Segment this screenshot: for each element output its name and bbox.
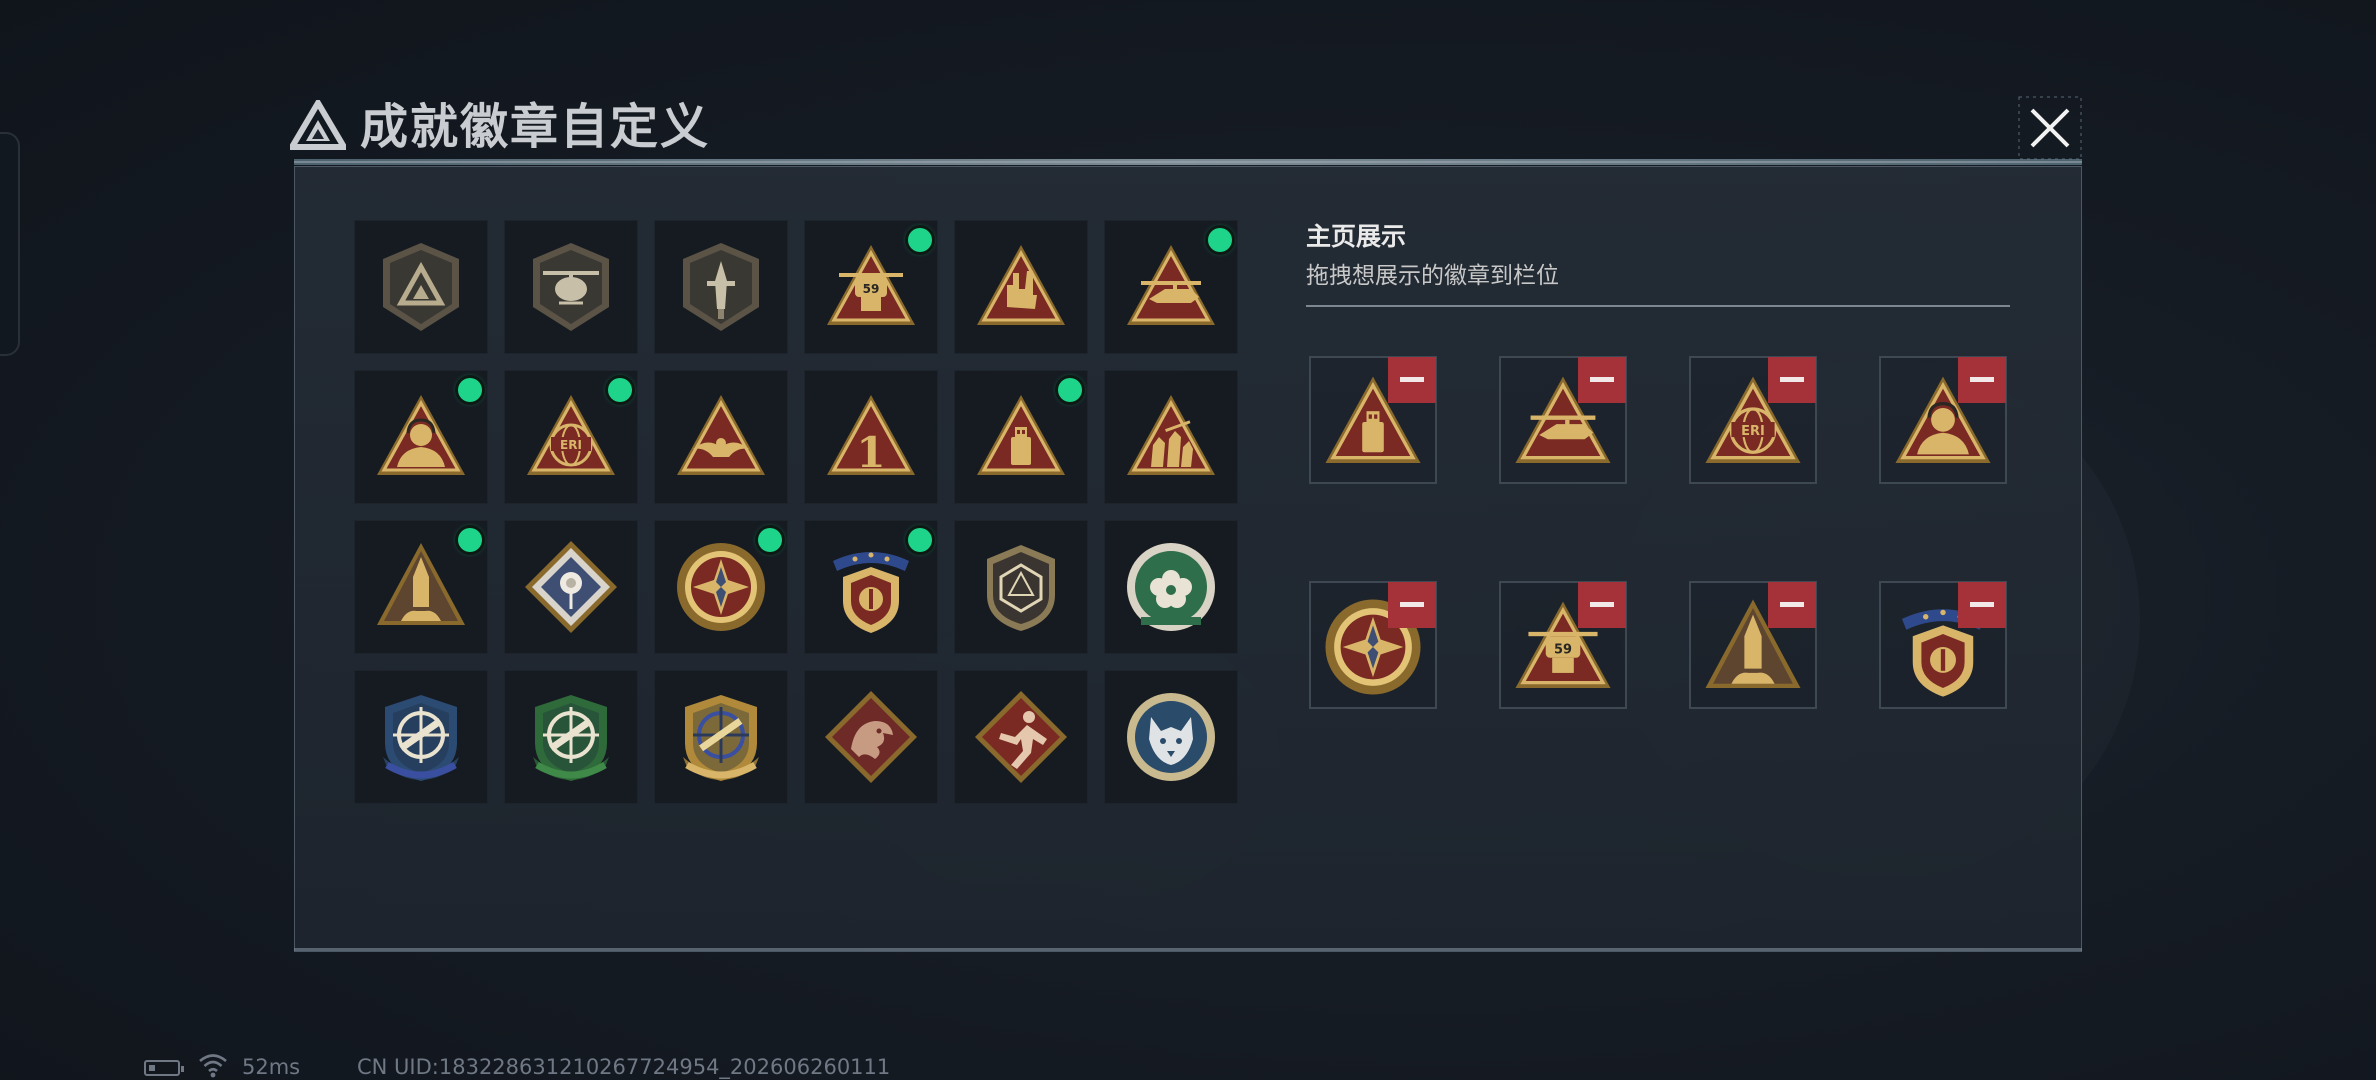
rose-diamond-badge-icon — [525, 541, 617, 633]
wifi-icon — [199, 1054, 227, 1078]
panel-bottom-edge — [294, 948, 2082, 951]
display-slot[interactable] — [1309, 581, 1437, 709]
svg-text:1: 1 — [856, 428, 885, 477]
side-drawer-handle[interactable] — [0, 132, 20, 356]
badge-cell[interactable] — [954, 220, 1088, 354]
gunship-triangle-badge-icon — [1127, 245, 1215, 325]
rocket-triangle-badge-icon — [377, 543, 465, 625]
minus-icon[interactable] — [1388, 357, 1436, 403]
minus-icon[interactable] — [1388, 582, 1436, 628]
badge-cell[interactable] — [804, 670, 938, 804]
drone-59-triangle-badge-icon: 59 — [827, 245, 915, 325]
player-uid: CN UID:18322863121026772495​4_2026062601… — [357, 1055, 891, 1079]
ping-readout: 52ms — [242, 1055, 301, 1079]
minus-icon[interactable] — [1958, 582, 2006, 628]
equipped-indicator — [458, 378, 482, 402]
badge-cell[interactable] — [1104, 670, 1238, 804]
badge-cell[interactable] — [654, 520, 788, 654]
homepage-display-title: 主页展示 — [1306, 222, 1407, 251]
wolf-round-badge-icon — [1127, 693, 1215, 781]
number-one-triangle-badge-icon: 1 — [827, 395, 915, 477]
display-slot[interactable] — [1689, 581, 1817, 709]
svg-text:59: 59 — [1554, 642, 1572, 657]
badge-cell[interactable]: ERI — [504, 370, 638, 504]
badge-cell[interactable] — [1104, 220, 1238, 354]
dialog-title: 成就徽章自定义 — [360, 99, 711, 155]
crosshair-rifle-blue-badge-icon — [383, 695, 459, 781]
svg-text:ERI: ERI — [560, 438, 582, 452]
ribbon-stars-shield-badge-icon — [833, 552, 909, 633]
hand-gesture-triangle-badge-icon — [977, 245, 1065, 325]
d20-dice-shield-badge-icon — [987, 545, 1055, 631]
eri-globe-triangle-badge-icon: ERI — [527, 395, 615, 475]
badge-cell[interactable] — [504, 520, 638, 654]
badge-cell[interactable] — [354, 370, 488, 504]
badge-cell[interactable] — [654, 220, 788, 354]
equipped-indicator — [1208, 228, 1232, 252]
display-slot[interactable] — [1309, 356, 1437, 484]
minus-icon[interactable] — [1958, 357, 2006, 403]
minus-icon[interactable] — [1578, 582, 1626, 628]
equipped-indicator — [608, 378, 632, 402]
minus-icon[interactable] — [1768, 582, 1816, 628]
minus-icon[interactable] — [1768, 357, 1816, 403]
badge-cell[interactable] — [1104, 370, 1238, 504]
badge-cell[interactable] — [1104, 520, 1238, 654]
equipped-indicator — [1058, 378, 1082, 402]
badge-cell[interactable] — [354, 220, 488, 354]
display-slot[interactable] — [1879, 581, 2007, 709]
svg-text:ERI: ERI — [1741, 424, 1765, 439]
display-divider — [1306, 305, 2010, 307]
badge-cell[interactable] — [354, 670, 488, 804]
helicopter-shield-badge-icon — [533, 243, 609, 331]
soldiers-triangle-badge-icon — [1127, 395, 1215, 475]
dagger-shield-badge-icon — [683, 243, 759, 331]
dialog-header: 成就徽章自定义 — [290, 92, 2086, 162]
badge-cell[interactable] — [654, 670, 788, 804]
display-slot[interactable]: 59 — [1499, 581, 1627, 709]
soldier-headset-triangle-badge-icon — [377, 395, 465, 475]
badge-cell[interactable]: 1 — [804, 370, 938, 504]
badge-cell[interactable] — [954, 370, 1088, 504]
equipped-indicator — [908, 528, 932, 552]
minus-icon[interactable] — [1578, 357, 1626, 403]
triangle-logo-shield-badge-icon — [383, 243, 459, 331]
badge-cell[interactable] — [504, 220, 638, 354]
compass-star-round-badge-icon — [677, 543, 765, 631]
triangle-logo-icon — [290, 100, 346, 150]
equipped-indicator — [458, 528, 482, 552]
badge-cell[interactable] — [954, 520, 1088, 654]
equipped-indicator — [758, 528, 782, 552]
eagle-triangle-badge-icon — [677, 395, 765, 475]
equipped-indicator — [908, 228, 932, 252]
badge-cell[interactable] — [354, 520, 488, 654]
badge-cell[interactable] — [954, 670, 1088, 804]
display-slot[interactable] — [1879, 356, 2007, 484]
badge-cell[interactable]: 59 — [804, 220, 938, 354]
homepage-display-hint: 拖拽想展示的徽章到栏位 — [1306, 263, 1559, 289]
badge-cell[interactable] — [804, 520, 938, 654]
display-slot[interactable]: ERI — [1689, 356, 1817, 484]
battery-icon — [144, 1060, 184, 1076]
crosshair-rifle-gold-badge-icon — [683, 695, 759, 781]
badge-cell[interactable] — [654, 370, 788, 504]
runner-diamond-badge-icon — [975, 691, 1067, 783]
crosshair-rifle-green-badge-icon — [533, 695, 609, 781]
dragon-diamond-badge-icon — [825, 691, 917, 783]
svg-text:59: 59 — [863, 282, 880, 296]
display-slot[interactable] — [1499, 356, 1627, 484]
badge-cell[interactable] — [504, 670, 638, 804]
close-icon[interactable] — [2018, 96, 2082, 160]
usb-drive-triangle-badge-icon — [977, 395, 1065, 475]
flower-round-badge-icon — [1127, 543, 1215, 631]
header-divider — [294, 159, 2082, 165]
